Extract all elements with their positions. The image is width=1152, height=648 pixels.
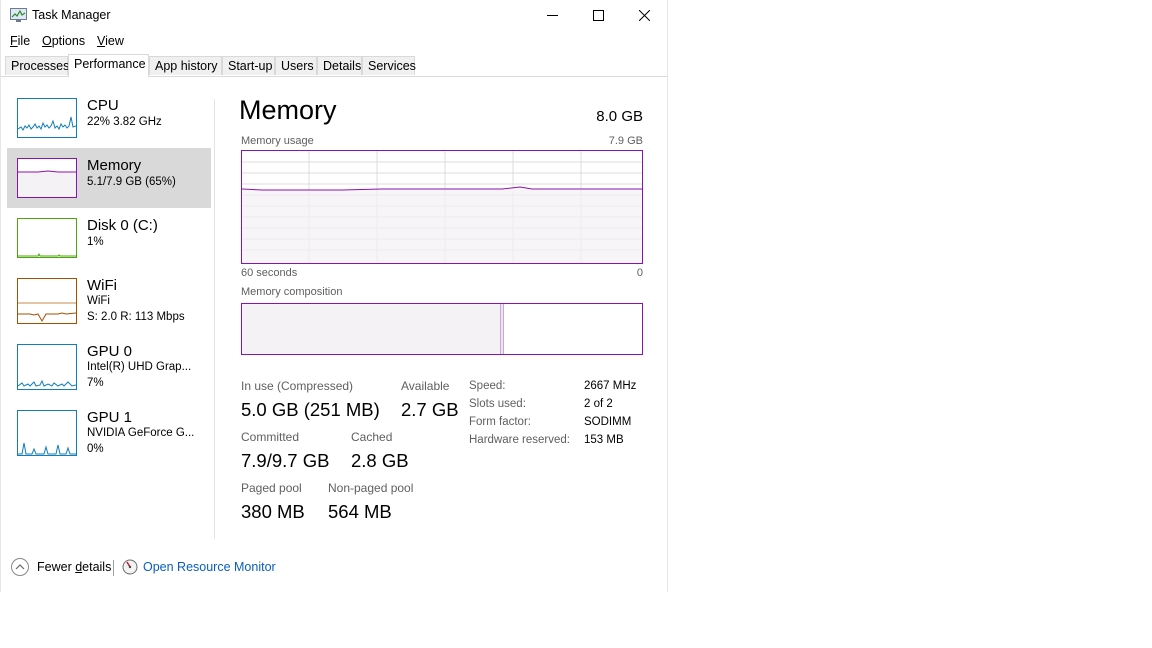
fewer-details-post: etails xyxy=(82,560,112,574)
memory-thumbnail-graph xyxy=(17,158,77,198)
hw-reserved-value: 153 MB xyxy=(584,434,624,446)
footer-separator xyxy=(113,560,114,576)
minimize-icon xyxy=(546,14,558,16)
memory-detail-panel: Memory 8.0 GB Memory usage 7.9 GB 60 sec… xyxy=(239,77,643,545)
tab-startup[interactable]: Start-up xyxy=(222,56,275,75)
tab-processes[interactable]: Processes xyxy=(5,56,69,75)
form-factor-value: SODIMM xyxy=(584,416,632,428)
committed-value: 7.9/9.7 GB xyxy=(241,450,330,471)
task-manager-window: Task Manager File Options View Processes… xyxy=(0,0,668,592)
sidebar-wifi-adapter: WiFi xyxy=(87,295,110,307)
sidebar-disk-stat: 1% xyxy=(87,236,104,248)
tab-app-history[interactable]: App history xyxy=(149,56,222,75)
task-manager-app-icon xyxy=(10,8,27,22)
open-resource-monitor-link[interactable]: Open Resource Monitor xyxy=(143,560,276,574)
close-button[interactable] xyxy=(621,0,667,30)
fewer-details-link[interactable]: Fewer details xyxy=(37,560,111,574)
tab-users[interactable]: Users xyxy=(275,56,317,75)
sidebar-gpu0-stat: 7% xyxy=(87,377,104,389)
minimize-button[interactable] xyxy=(529,0,575,30)
sidebar-disk-name: Disk 0 (C:) xyxy=(87,217,158,234)
committed-label: Committed xyxy=(241,430,300,444)
hw-reserved-label: Hardware reserved: xyxy=(469,434,570,446)
sidebar-item-gpu0[interactable]: GPU 0 Intel(R) UHD Grap... 7% xyxy=(7,338,211,404)
menu-file[interactable]: File xyxy=(10,34,30,48)
available-label: Available xyxy=(401,379,450,393)
sidebar-item-memory[interactable]: Memory 5.1/7.9 GB (65%) xyxy=(7,148,211,208)
gpu1-thumbnail-graph xyxy=(17,410,77,456)
sidebar-gpu0-name: GPU 0 xyxy=(87,343,133,360)
graph-time-left: 60 seconds xyxy=(241,267,298,279)
gpu0-thumbnail-graph xyxy=(17,344,77,390)
sidebar-gpu1-stat: 0% xyxy=(87,443,104,455)
cached-label: Cached xyxy=(351,430,393,444)
title-bar[interactable]: Task Manager xyxy=(1,0,667,30)
menu-view-rest: iew xyxy=(105,34,124,48)
sidebar-wifi-name: WiFi xyxy=(87,277,117,294)
sidebar-divider[interactable] xyxy=(214,99,215,539)
performance-panel: CPU 22% 3.82 GHz Memory 5.1/7.9 GB (65%) xyxy=(1,77,667,545)
sidebar-memory-stat: 5.1/7.9 GB (65%) xyxy=(87,176,176,188)
non-paged-pool-label: Non-paged pool xyxy=(328,481,414,495)
wifi-thumbnail-graph xyxy=(17,278,77,324)
menu-view[interactable]: View xyxy=(97,34,124,48)
menu-options-accel: O xyxy=(42,34,52,48)
menu-options-rest: ptions xyxy=(51,34,86,48)
sidebar-gpu1-model: NVIDIA GeForce G... xyxy=(87,427,195,439)
menu-bar: File Options View xyxy=(1,31,667,51)
fewer-details-pre: Fewer xyxy=(37,560,76,574)
memory-composition-label: Memory composition xyxy=(241,286,343,298)
memory-composition-bar xyxy=(241,303,643,355)
menu-view-accel: V xyxy=(97,34,106,48)
window-title: Task Manager xyxy=(32,8,111,22)
memory-usage-label: Memory usage xyxy=(241,135,314,147)
composition-modified xyxy=(501,304,504,354)
slots-value: 2 of 2 xyxy=(584,398,613,410)
sidebar-memory-name: Memory xyxy=(87,157,142,174)
cached-value: 2.8 GB xyxy=(351,450,409,471)
available-value: 2.7 GB xyxy=(401,399,459,420)
fewer-details-button[interactable] xyxy=(11,558,29,576)
form-factor-label: Form factor: xyxy=(469,416,531,428)
tab-details[interactable]: Details xyxy=(317,56,362,75)
in-use-value: 5.0 GB (251 MB) xyxy=(241,399,380,420)
in-use-label: In use (Compressed) xyxy=(241,379,354,393)
sidebar-item-cpu[interactable]: CPU 22% 3.82 GHz xyxy=(7,92,211,152)
sidebar-item-gpu1[interactable]: GPU 1 NVIDIA GeForce G... 0% xyxy=(7,404,211,470)
sidebar-wifi-throughput: S: 2.0 R: 113 Mbps xyxy=(87,311,185,323)
graph-time-right: 0 xyxy=(636,267,643,279)
paged-pool-label: Paged pool xyxy=(241,481,302,495)
tab-performance[interactable]: Performance xyxy=(68,54,149,77)
sidebar-item-wifi[interactable]: WiFi WiFi S: 2.0 R: 113 Mbps xyxy=(7,272,211,338)
chevron-up-icon xyxy=(15,564,25,570)
menu-file-accel: F xyxy=(10,34,18,48)
footer-bar: Fewer details Open Resource Monitor xyxy=(1,552,667,584)
sidebar-cpu-name: CPU xyxy=(87,97,119,114)
cpu-thumbnail-graph xyxy=(17,98,77,138)
paged-pool-value: 380 MB xyxy=(241,501,305,522)
close-icon xyxy=(638,9,650,21)
memory-usage-max: 7.9 GB xyxy=(608,135,643,147)
slots-label: Slots used: xyxy=(469,398,526,410)
composition-in-use xyxy=(242,304,501,354)
disk-thumbnail-graph xyxy=(17,218,77,258)
menu-file-rest: ile xyxy=(17,34,31,48)
memory-total: 8.0 GB xyxy=(596,108,643,125)
panel-title: Memory xyxy=(239,95,337,125)
memory-usage-graph xyxy=(241,150,643,264)
sidebar-cpu-stat: 22% 3.82 GHz xyxy=(87,116,162,128)
tab-strip: Processes Performance App history Start-… xyxy=(1,54,667,77)
maximize-icon xyxy=(592,9,604,21)
tab-services[interactable]: Services xyxy=(362,56,416,75)
maximize-button[interactable] xyxy=(575,0,621,30)
sidebar-gpu1-name: GPU 1 xyxy=(87,409,133,426)
non-paged-pool-value: 564 MB xyxy=(328,501,392,522)
sidebar-gpu0-model: Intel(R) UHD Grap... xyxy=(87,361,192,373)
resource-sidebar: CPU 22% 3.82 GHz Memory 5.1/7.9 GB (65%) xyxy=(7,92,211,472)
speed-value: 2667 MHz xyxy=(584,380,637,392)
sidebar-item-disk[interactable]: Disk 0 (C:) 1% xyxy=(7,212,211,272)
resource-monitor-icon[interactable] xyxy=(122,559,138,575)
menu-options[interactable]: Options xyxy=(42,34,85,48)
speed-label: Speed: xyxy=(469,380,506,392)
